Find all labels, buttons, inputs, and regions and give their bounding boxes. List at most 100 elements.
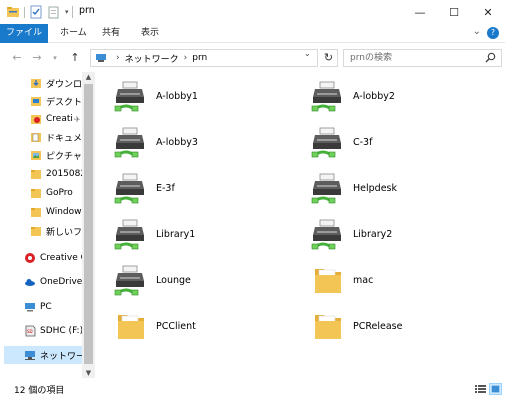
printer-item[interactable]: Helpdesk — [311, 170, 397, 206]
printer-item[interactable]: A-lobby1 — [114, 78, 198, 114]
folder-item[interactable]: PCRelease — [311, 308, 402, 344]
scroll-up-arrow-icon[interactable]: ▲ — [82, 73, 95, 81]
network-printer-icon — [114, 81, 144, 112]
item-label: Library1 — [156, 228, 196, 240]
printer-item[interactable]: C-3f — [311, 124, 372, 160]
title-bar: ▾ prn — ☐ ✕ — [0, 0, 505, 24]
sidebar-item-label: ダウンロ — [46, 79, 83, 90]
printer-item[interactable]: A-lobby2 — [311, 78, 395, 114]
sidebar-item-documents[interactable]: ドキュメ✈ — [30, 128, 90, 146]
large-icons-view-icon[interactable] — [489, 383, 502, 395]
folder-icon — [31, 189, 41, 198]
pictures-folder-icon — [31, 151, 41, 160]
network-icon — [96, 54, 106, 62]
sidebar-item-creative-folder[interactable]: Creati ✈ — [30, 110, 81, 128]
breadcrumb-prn[interactable]: prn — [192, 53, 207, 63]
sidebar-item-network[interactable]: ネットワーク — [4, 346, 94, 364]
sidebar-scrollbar[interactable]: ▲ ▼ — [82, 72, 95, 378]
folder-icon — [31, 170, 41, 179]
breadcrumb-separator-icon[interactable]: › — [184, 53, 188, 63]
forward-arrow-icon[interactable]: → — [30, 50, 44, 66]
printer-item[interactable]: A-lobby3 — [114, 124, 198, 160]
svg-text:SD: SD — [27, 329, 33, 334]
tab-file[interactable]: ファイル — [0, 24, 48, 43]
item-label: A-lobby1 — [156, 90, 198, 102]
network-printer-icon — [114, 265, 144, 296]
tab-share[interactable]: 共有 — [94, 24, 128, 43]
printer-item[interactable]: Library1 — [114, 216, 195, 252]
search-input[interactable]: prnの検索 — [343, 49, 502, 67]
sidebar-item-windows[interactable]: Windows — [30, 203, 86, 221]
network-printer-icon — [311, 219, 341, 250]
breadcrumb-network[interactable]: ネットワーク — [125, 52, 179, 65]
refresh-icon[interactable]: ↻ — [320, 49, 338, 67]
tab-view[interactable]: 表示 — [133, 24, 167, 43]
expand-ribbon-chevron-icon[interactable]: ⌄ — [473, 26, 481, 37]
breadcrumb-separator-icon[interactable]: › — [116, 53, 120, 63]
sidebar-item-label: 2015082 — [46, 169, 87, 179]
scroll-down-arrow-icon[interactable]: ▼ — [82, 369, 95, 377]
sidebar-item-pictures[interactable]: ピクチャ✈ — [30, 146, 90, 164]
folder-icon — [118, 315, 144, 339]
quick-access-toolbar: ▾ — [6, 4, 69, 20]
navigation-pane: ダウンロ✈ デスクトッ✈ Creati✈ ドキュメ✈ ピクチャ✈ 2015082… — [0, 72, 95, 378]
details-view-icon[interactable] — [474, 383, 487, 395]
documents-folder-icon — [31, 133, 41, 142]
creative-cloud-icon — [25, 253, 35, 263]
scrollbar-thumb[interactable] — [84, 84, 93, 364]
address-bar[interactable]: › ネットワーク › prn — [90, 49, 318, 67]
sidebar-item-creative-cloud[interactable]: Creative C — [24, 249, 87, 267]
sidebar-item-downloads[interactable]: ダウンロ✈ — [30, 74, 90, 92]
creative-cloud-folder-icon — [31, 115, 41, 124]
item-label: PCClient — [156, 320, 196, 332]
item-label: A-lobby3 — [156, 136, 198, 148]
sidebar-item-gopro[interactable]: GoPro — [30, 184, 73, 202]
printer-item[interactable]: E-3f — [114, 170, 175, 206]
window-title: prn — [79, 5, 95, 16]
folder-icon — [315, 269, 341, 293]
sidebar-item-label: Creati — [46, 114, 73, 124]
network-printer-icon — [114, 173, 144, 204]
maximize-button[interactable]: ☐ — [437, 0, 471, 24]
sidebar-item-label: GoPro — [46, 188, 73, 198]
ribbon: ファイル ホーム 共有 表示 ⌄ ? — [0, 24, 505, 43]
folder-item[interactable]: mac — [311, 262, 373, 298]
printer-item[interactable]: Library2 — [311, 216, 392, 252]
printer-item[interactable]: Lounge — [114, 262, 191, 298]
sidebar-item-label: SDHC (F:) — [40, 326, 84, 336]
sidebar-item-label: ピクチャ — [46, 151, 82, 162]
properties-icon[interactable] — [29, 5, 43, 19]
item-label: Helpdesk — [353, 182, 397, 194]
item-label: C-3f — [353, 136, 373, 148]
explorer-app-icon[interactable] — [6, 5, 20, 19]
sidebar-item-sdhc[interactable]: SD SDHC (F:) — [24, 322, 83, 340]
status-bar: 12 個の項目 — [0, 378, 505, 400]
minimize-button[interactable]: — — [403, 0, 437, 24]
recent-locations-chevron-icon[interactable]: ▾ — [48, 50, 62, 66]
close-button[interactable]: ✕ — [471, 0, 505, 24]
network-icon — [25, 351, 35, 360]
download-folder-icon — [31, 79, 41, 88]
up-arrow-icon[interactable]: ↑ — [68, 50, 82, 66]
new-folder-icon[interactable] — [47, 5, 61, 19]
item-label: mac — [353, 274, 374, 286]
customize-toolbar-chevron-icon[interactable]: ▾ — [65, 8, 69, 16]
item-label: Lounge — [156, 274, 191, 286]
folder-icon — [315, 315, 341, 339]
network-printer-icon — [114, 127, 144, 158]
title-separator — [72, 6, 73, 18]
search-icon[interactable] — [485, 52, 496, 63]
network-printer-icon — [311, 173, 341, 204]
sidebar-item-pc[interactable]: PC — [24, 298, 52, 316]
tab-home[interactable]: ホーム — [52, 24, 95, 43]
sidebar-item-folder-2015082[interactable]: 2015082 — [30, 165, 86, 183]
folder-item[interactable]: PCClient — [114, 308, 196, 344]
network-printer-icon — [114, 219, 144, 250]
back-arrow-icon[interactable]: ← — [10, 50, 24, 66]
sidebar-item-label: Creative C — [40, 253, 87, 263]
pin-icon[interactable]: ✈ — [74, 115, 81, 124]
help-button[interactable]: ? — [487, 27, 499, 39]
sidebar-item-onedrive[interactable]: OneDrive — [24, 273, 82, 291]
item-label: PCRelease — [353, 320, 403, 332]
address-dropdown-chevron-icon[interactable]: ⌄ — [304, 49, 311, 58]
